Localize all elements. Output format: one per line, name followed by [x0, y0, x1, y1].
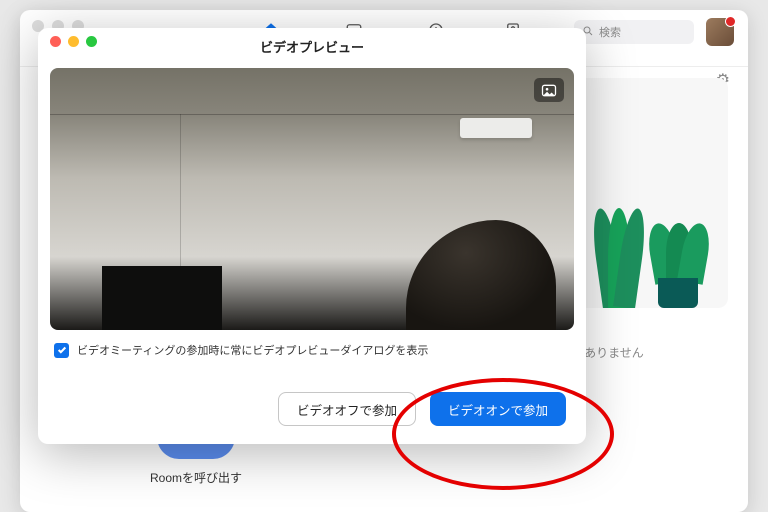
- checkbox-checked-icon: [54, 343, 69, 358]
- video-preview-dialog: ビデオプレビュー ビデオミーティングの参加時に常にビデオプレビューダイアログを表…: [38, 28, 586, 444]
- video-preview: [50, 68, 574, 330]
- avatar[interactable]: [706, 18, 734, 46]
- join-video-on-button[interactable]: ビデオオンで参加: [430, 392, 566, 426]
- room-label: Roomを呼び出す: [150, 469, 242, 486]
- virtual-background-button[interactable]: [534, 78, 564, 102]
- join-video-off-button[interactable]: ビデオオフで参加: [278, 392, 416, 426]
- dialog-buttons: ビデオオフで参加 ビデオオンで参加: [38, 358, 586, 444]
- search-box[interactable]: 検索: [574, 20, 694, 44]
- search-placeholder: 検索: [599, 24, 621, 40]
- always-show-checkbox-row[interactable]: ビデオミーティングの参加時に常にビデオプレビューダイアログを表示: [54, 342, 570, 358]
- checkbox-label: ビデオミーティングの参加時に常にビデオプレビューダイアログを表示: [77, 342, 428, 358]
- dialog-title: ビデオプレビュー: [38, 37, 586, 62]
- picture-icon: [541, 84, 557, 97]
